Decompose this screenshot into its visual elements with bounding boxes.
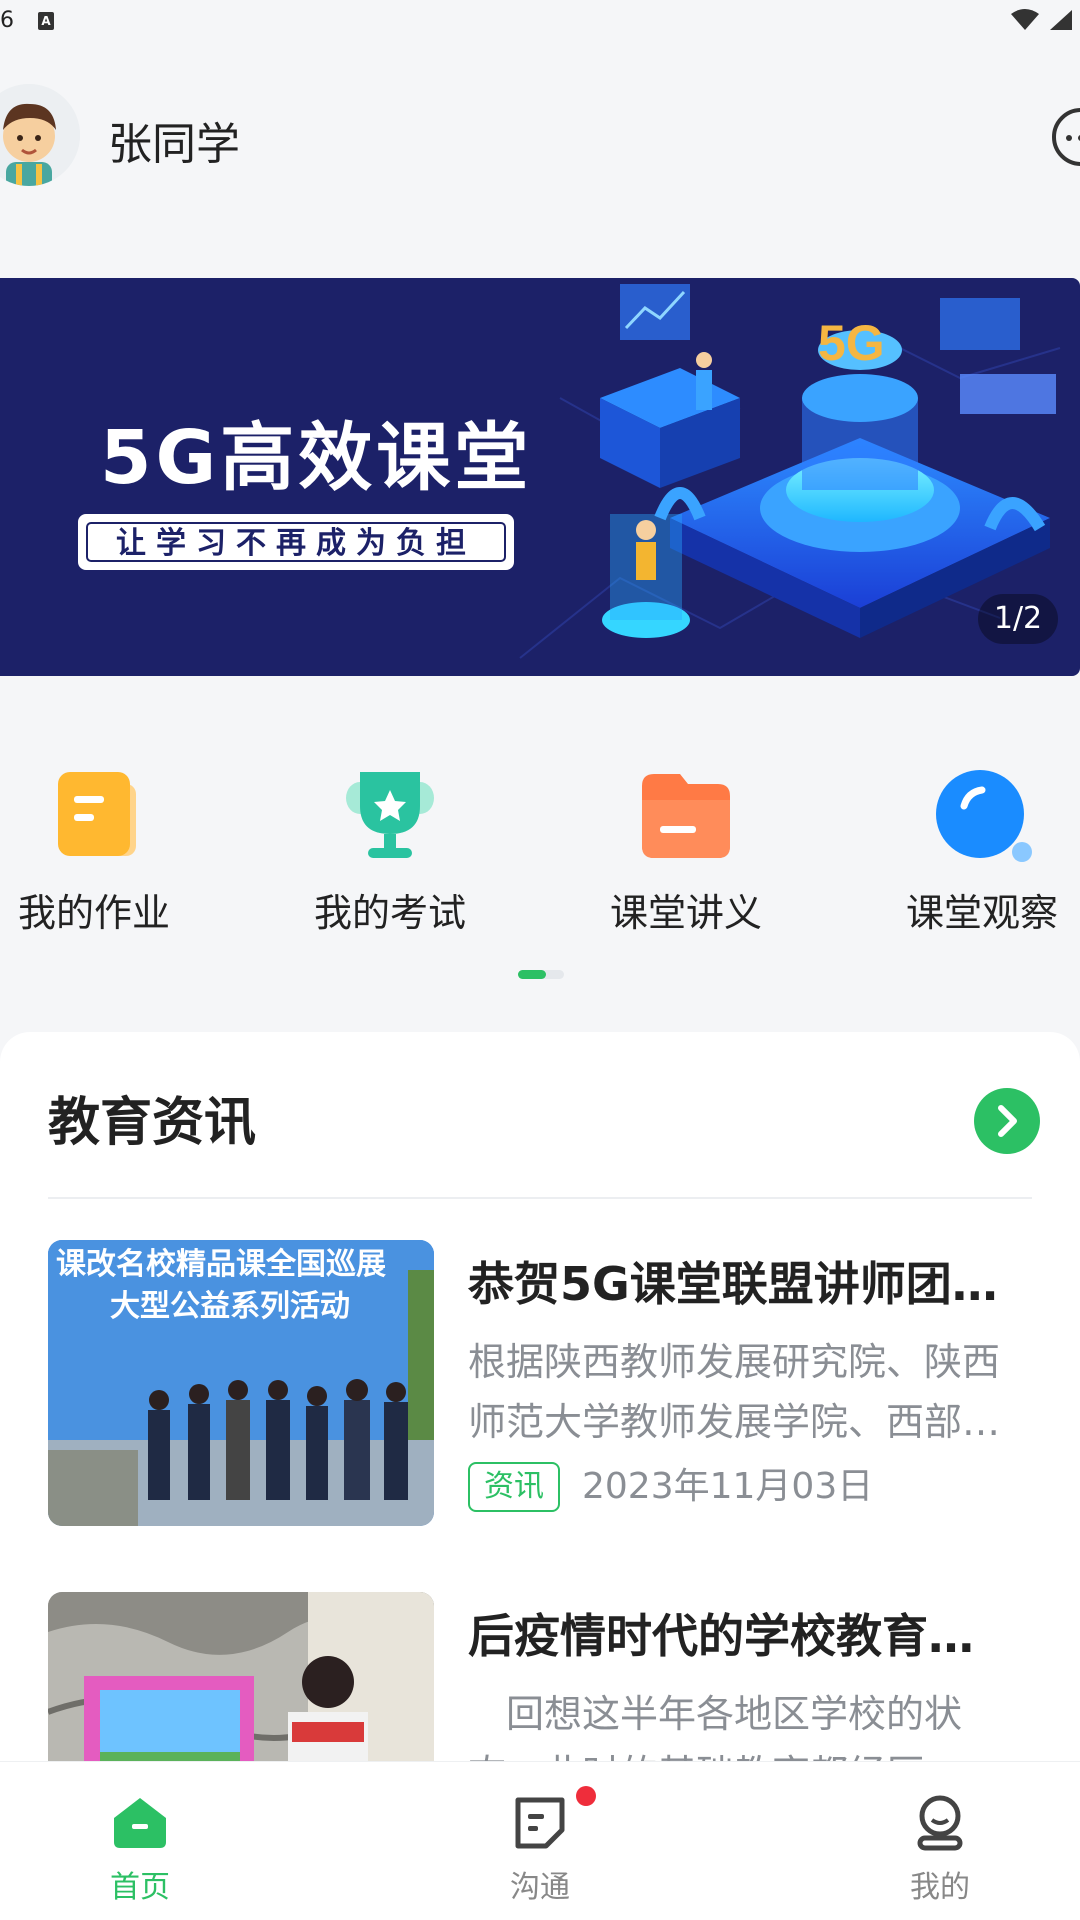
exam-trophy-icon (346, 772, 434, 858)
quick-item-label: 我的作业 (17, 891, 170, 935)
status-bar: 6 A (0, 0, 1080, 44)
news-more-button[interactable] (974, 1088, 1040, 1154)
banner-title: 5G高效课堂 (100, 415, 533, 501)
banner-carousel[interactable]: 5G 5G高效课堂 让学习不再成为负担 1/2 (0, 278, 1080, 676)
header: 张同学 (0, 80, 1080, 200)
notification-a-icon: A (38, 12, 54, 30)
avatar[interactable] (0, 84, 80, 186)
news-date: 2023年11月03日 (582, 1466, 874, 1507)
wifi-icon (1011, 9, 1039, 30)
nav-label: 首页 (110, 1870, 170, 1905)
banner-page-counter: 1/2 (978, 594, 1058, 644)
news-photo: 课改名校精品课全国巡展 大型公益系列活动 (48, 1240, 434, 1526)
avatar-icon (0, 84, 80, 186)
more-options-button[interactable] (1052, 108, 1080, 166)
news-item-description: 根据陕西教师发展研究院、陕西师范大学教师发展学院、西部… (468, 1340, 1001, 1444)
quick-menu: 我的作业 我的考试 课堂讲义 课堂观察 (0, 760, 1080, 940)
quick-item-homework[interactable]: 我的作业 (0, 760, 204, 940)
username: 张同学 (108, 119, 240, 170)
unread-badge (576, 1786, 596, 1806)
banner-subtitle: 让学习不再成为负担 (86, 522, 506, 562)
chevron-right-icon (998, 1105, 1017, 1137)
thumb-caption: 课改名校精品课全国巡展 (56, 1247, 386, 1282)
banner-5g-badge: 5G (818, 315, 885, 371)
folder-icon (642, 774, 730, 858)
signal-icon (1050, 10, 1072, 30)
page-indicator-active (518, 970, 546, 979)
profile-icon (917, 1795, 963, 1851)
nav-label: 我的 (910, 1870, 970, 1905)
news-thumbnail: 课改名校精品课全国巡展 大型公益系列活动 (48, 1240, 434, 1526)
page-indicator (518, 970, 564, 979)
chat-icon (515, 1797, 565, 1849)
news-item-title: 恭贺5G课堂联盟讲师团… (468, 1257, 998, 1311)
nav-tab-home[interactable]: 首页 (30, 1762, 250, 1920)
news-tag: 资讯 (468, 1462, 560, 1512)
quick-item-label: 课堂讲义 (609, 891, 762, 935)
nav-label: 沟通 (510, 1870, 570, 1905)
observe-icon (936, 770, 1032, 862)
section-title: 教育资讯 (48, 1093, 257, 1153)
status-time: 6 (0, 8, 14, 33)
bottom-navigation: 首页 沟通 我的 (0, 1762, 1080, 1920)
nav-tab-profile[interactable]: 我的 (830, 1762, 1050, 1920)
quick-item-handouts[interactable]: 课堂讲义 (576, 760, 796, 940)
quick-item-observation[interactable]: 课堂观察 (872, 760, 1080, 940)
news-item[interactable]: 课改名校精品课全国巡展 大型公益系列活动 恭贺5G课堂联盟讲师团… 根据陕西教师… (48, 1240, 1032, 1530)
quick-item-exam[interactable]: 我的考试 (280, 760, 500, 940)
quick-item-label: 课堂观察 (905, 891, 1058, 935)
banner-subtitle-box: 让学习不再成为负担 (78, 514, 514, 570)
quick-item-label: 我的考试 (313, 891, 466, 935)
thumb-caption: 大型公益系列活动 (110, 1289, 350, 1324)
nav-tab-chat[interactable]: 沟通 (430, 1762, 650, 1920)
dot-icon (1066, 135, 1072, 141)
app-root: 6 A 张同学 5G 5G高效课堂 让学习不再成为负担 1/2 我的作业 我的考… (0, 0, 1080, 1920)
divider (48, 1197, 1032, 1199)
homework-icon (58, 772, 136, 856)
home-icon (114, 1798, 166, 1848)
news-item-title: 后疫情时代的学校教育… (468, 1609, 974, 1663)
